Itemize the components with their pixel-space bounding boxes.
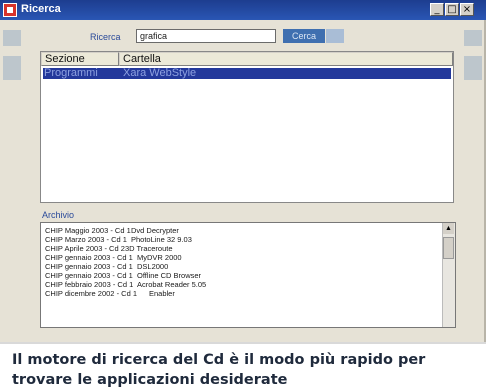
archive-cd: CHIP Maggio 2003 - Cd 1 [45, 226, 131, 235]
archive-scrollbar[interactable]: ▲ [442, 223, 455, 327]
result-cartella: Xara WebStyle [123, 67, 197, 79]
archive-cd: CHIP gennaio 2003 - Cd 1 [45, 271, 133, 280]
scroll-up-icon[interactable]: ▲ [443, 223, 454, 234]
archive-cd: CHIP Aprile 2003 - Cd 2 [45, 244, 125, 253]
archive-list[interactable]: CHIP Maggio 2003 - Cd 1 Dvd Decrypter CHI… [40, 222, 456, 328]
archive-app: MyDVR 2000 [137, 253, 182, 262]
decoration-block [3, 30, 21, 46]
archive-app: 3D Traceroute [125, 244, 173, 253]
archive-app: Acrobat Reader 5.05 [137, 280, 207, 289]
search-window: Ricerca _ □ × Ricerca Cerca Sezione Cart… [0, 0, 486, 342]
archive-app: Enabler [149, 289, 175, 298]
scroll-thumb[interactable] [443, 237, 454, 259]
search-button[interactable]: Cerca [283, 29, 325, 43]
window-title: Ricerca [21, 3, 61, 15]
right-decoration [458, 20, 484, 342]
column-header-sezione[interactable]: Sezione [41, 52, 119, 66]
archive-app: PhotoLine 32 9.03 [131, 235, 192, 244]
column-header-cartella[interactable]: Cartella [119, 52, 453, 66]
archive-cd: CHIP Marzo 2003 - Cd 1 [45, 235, 127, 244]
figure-caption: Il motore di ricerca del Cd è il modo pi… [0, 342, 486, 390]
results-list[interactable]: Sezione Cartella Programmi Xara WebStyle [40, 51, 454, 203]
archive-cd: CHIP dicembre 2002 - Cd 1 [45, 289, 137, 298]
maximize-button[interactable]: □ [445, 3, 459, 16]
archive-app: DSL2000 [137, 262, 169, 271]
extra-button[interactable] [326, 29, 344, 43]
left-decoration [0, 20, 32, 342]
archive-app: Offline CD Browser [137, 271, 202, 280]
selected-result-row[interactable]: Programmi Xara WebStyle [43, 67, 451, 79]
archive-app: Dvd Decrypter [131, 226, 179, 235]
archive-cd: CHIP gennaio 2003 - Cd 1 [45, 253, 133, 262]
archive-cd: CHIP gennaio 2003 - Cd 1 [45, 262, 133, 271]
search-input[interactable] [136, 29, 276, 43]
title-bar[interactable]: Ricerca _ □ × [0, 0, 486, 20]
search-label: Ricerca [90, 32, 121, 42]
close-button[interactable]: × [460, 3, 474, 16]
caption-text: Il motore di ricerca del Cd è il modo pi… [12, 352, 426, 388]
minimize-button[interactable]: _ [430, 3, 444, 16]
archive-cd: CHIP febbraio 2003 - Cd 1 [45, 280, 134, 289]
app-icon [3, 3, 17, 17]
archive-label: Archivio [42, 210, 75, 220]
decoration-block [3, 56, 21, 80]
decoration-block [464, 30, 482, 46]
decoration-block [464, 56, 482, 80]
result-sezione: Programmi [44, 67, 98, 79]
